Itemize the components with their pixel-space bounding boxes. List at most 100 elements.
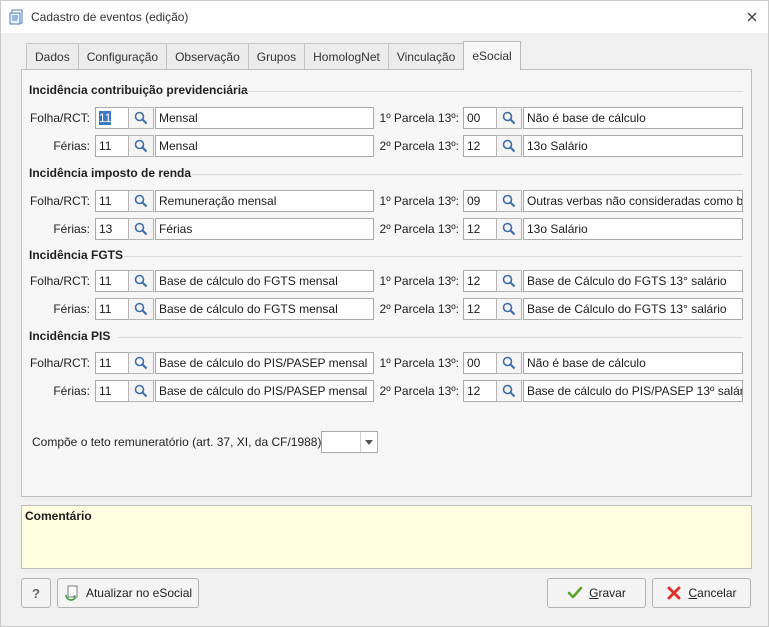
parcela1-label: 1º Parcela 13º:: [379, 274, 459, 288]
cancel-label: Cancelar: [688, 586, 737, 600]
fgts-ferias-desc-field[interactable]: Base de cálculo do FGTS mensal: [155, 298, 374, 320]
tab-esocial[interactable]: eSocial: [463, 41, 521, 70]
ir-parcela1-desc-field[interactable]: Outras verbas não consideradas como ba: [523, 190, 743, 212]
ir-ferias-code-input[interactable]: 13: [95, 218, 129, 240]
tab-dados[interactable]: Dados: [26, 43, 79, 70]
pis-parcela2-code-input[interactable]: 12: [463, 380, 497, 402]
prev-parcela1-desc-field[interactable]: Não é base de cálculo: [523, 107, 743, 129]
ir-parcela2-code-input[interactable]: 12: [463, 218, 497, 240]
window-title: Cadastro de eventos (edição): [31, 10, 189, 24]
save-button[interactable]: Gravar: [547, 578, 646, 608]
section-divider: [246, 91, 743, 92]
app-document-icon: [9, 9, 25, 25]
checkmark-icon: [567, 585, 583, 601]
section-title-imposto-renda: Incidência imposto de renda: [29, 166, 192, 180]
ferias-label: Férias:: [53, 139, 90, 153]
teto-remuneratorio-label: Compõe o teto remuneratório (art. 37, XI…: [32, 435, 322, 449]
fgts-folha-code-input[interactable]: 11: [95, 270, 129, 292]
pis-parcela1-desc-field[interactable]: Não é base de cálculo: [523, 352, 743, 374]
parcela2-label: 2º Parcela 13º:: [379, 302, 459, 316]
cancel-button[interactable]: Cancelar: [652, 578, 751, 608]
fgts-ferias-code-input[interactable]: 11: [95, 298, 129, 320]
search-icon[interactable]: [496, 270, 522, 292]
fgts-folha-desc-field[interactable]: Base de cálculo do FGTS mensal: [155, 270, 374, 292]
pis-ferias-code-input[interactable]: 11: [95, 380, 129, 402]
help-button[interactable]: ?: [21, 578, 51, 608]
x-cancel-icon: [666, 585, 682, 601]
prev-folha-desc-field[interactable]: Mensal: [155, 107, 374, 129]
section-divider: [118, 337, 743, 338]
fgts-parcela1-desc-field[interactable]: Base de Cálculo do FGTS 13° salário: [523, 270, 743, 292]
search-icon[interactable]: [128, 380, 154, 402]
esocial-panel: Incidência contribuição previdenciária F…: [21, 69, 752, 497]
search-icon[interactable]: [128, 190, 154, 212]
refresh-document-icon: [64, 585, 80, 601]
parcela1-label: 1º Parcela 13º:: [379, 194, 459, 208]
parcela2-label: 2º Parcela 13º:: [379, 384, 459, 398]
ir-folha-desc-field[interactable]: Remuneração mensal: [155, 190, 374, 212]
section-divider: [124, 256, 743, 257]
ir-parcela1-code-input[interactable]: 09: [463, 190, 497, 212]
search-icon[interactable]: [496, 135, 522, 157]
title-bar: Cadastro de eventos (edição): [1, 1, 768, 33]
ir-parcela2-desc-field[interactable]: 13o Salário: [523, 218, 743, 240]
search-icon[interactable]: [128, 298, 154, 320]
tab-observacao[interactable]: Observação: [166, 43, 249, 70]
search-icon[interactable]: [496, 352, 522, 374]
pis-parcela2-desc-field[interactable]: Base de cálculo do PIS/PASEP 13º salário: [523, 380, 743, 402]
update-esocial-button[interactable]: Atualizar no eSocial: [57, 578, 199, 608]
ir-ferias-desc-field[interactable]: Férias: [155, 218, 374, 240]
update-esocial-label: Atualizar no eSocial: [85, 586, 193, 600]
pis-folha-desc-field[interactable]: Base de cálculo do PIS/PASEP mensal: [155, 352, 374, 374]
parcela2-label: 2º Parcela 13º:: [379, 222, 459, 236]
fgts-parcela1-code-input[interactable]: 12: [463, 270, 497, 292]
search-icon[interactable]: [128, 270, 154, 292]
search-icon[interactable]: [496, 218, 522, 240]
prev-ferias-code-input[interactable]: 11: [95, 135, 129, 157]
search-icon[interactable]: [128, 218, 154, 240]
prev-parcela2-code-input[interactable]: 12: [463, 135, 497, 157]
chevron-down-icon[interactable]: [360, 432, 377, 452]
search-icon[interactable]: [496, 380, 522, 402]
save-label: Gravar: [589, 586, 626, 600]
tab-configuracao[interactable]: Configuração: [77, 43, 168, 70]
search-icon[interactable]: [128, 107, 154, 129]
help-label: ?: [32, 585, 40, 601]
prev-folha-code-input[interactable]: 11: [95, 107, 129, 129]
folha-rct-label: Folha/RCT:: [29, 356, 90, 370]
search-icon[interactable]: [496, 298, 522, 320]
pis-folha-code-input[interactable]: 11: [95, 352, 129, 374]
fgts-parcela2-desc-field[interactable]: Base de Cálculo do FGTS 13° salário: [523, 298, 743, 320]
prev-parcela1-code-input[interactable]: 00: [463, 107, 497, 129]
prev-parcela2-desc-field[interactable]: 13o Salário: [523, 135, 743, 157]
pis-parcela1-code-input[interactable]: 00: [463, 352, 497, 374]
pis-ferias-desc-field[interactable]: Base de cálculo do PIS/PASEP mensal: [155, 380, 374, 402]
tab-bar: Dados Configuração Observação Grupos Hom…: [26, 41, 521, 70]
section-title-previdenciaria: Incidência contribuição previdenciária: [29, 83, 248, 97]
parcela1-label: 1º Parcela 13º:: [379, 111, 459, 125]
section-title-pis: Incidência PIS: [29, 329, 111, 343]
folha-rct-label: Folha/RCT:: [29, 111, 90, 125]
section-title-fgts: Incidência FGTS: [29, 248, 124, 262]
search-icon[interactable]: [496, 107, 522, 129]
folha-rct-label: Folha/RCT:: [29, 194, 90, 208]
search-icon[interactable]: [128, 135, 154, 157]
close-icon[interactable]: [744, 9, 760, 25]
ferias-label: Férias:: [53, 302, 90, 316]
event-edit-window: Cadastro de eventos (edição) Dados Confi…: [0, 0, 769, 627]
comment-box[interactable]: Comentário: [21, 505, 752, 569]
teto-remuneratorio-select[interactable]: [321, 431, 378, 453]
tab-grupos[interactable]: Grupos: [247, 43, 306, 70]
ferias-label: Férias:: [53, 222, 90, 236]
search-icon[interactable]: [496, 190, 522, 212]
tab-homolognet[interactable]: HomologNet: [304, 43, 389, 70]
fgts-parcela2-code-input[interactable]: 12: [463, 298, 497, 320]
section-divider: [192, 174, 743, 175]
parcela2-label: 2º Parcela 13º:: [379, 139, 459, 153]
prev-ferias-desc-field[interactable]: Mensal: [155, 135, 374, 157]
search-icon[interactable]: [128, 352, 154, 374]
ir-folha-code-input[interactable]: 11: [95, 190, 129, 212]
comment-label: Comentário: [25, 509, 92, 523]
ferias-label: Férias:: [53, 384, 90, 398]
tab-vinculacao[interactable]: Vinculação: [387, 43, 465, 70]
